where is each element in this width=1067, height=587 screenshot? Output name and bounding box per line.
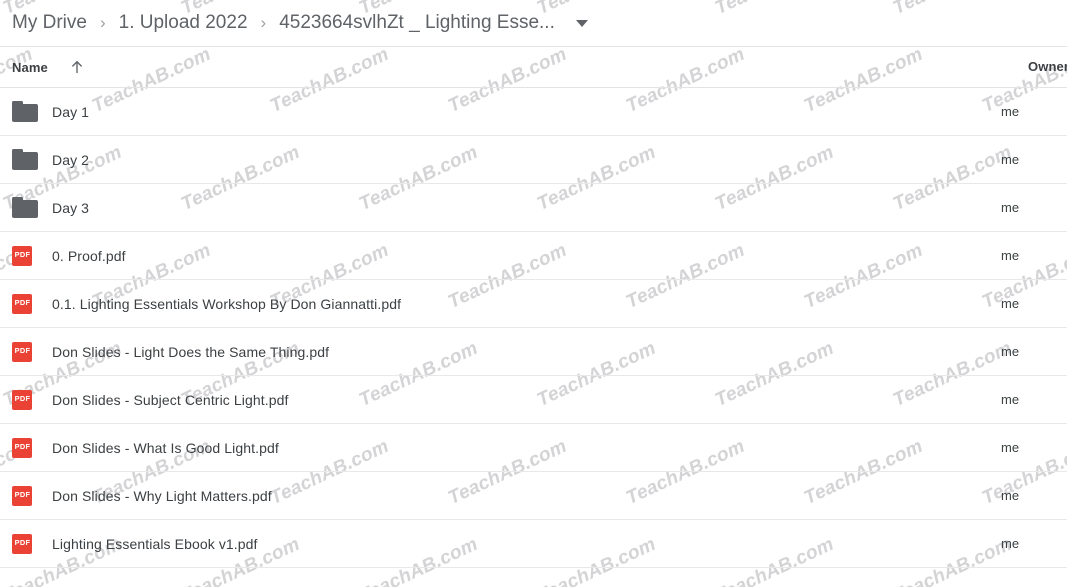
table-row[interactable]: PDF Don Slides - What Is Good Light.pdf me xyxy=(0,424,1067,472)
row-icon-cell xyxy=(0,101,52,122)
column-header-owner[interactable]: Owner xyxy=(1028,58,1067,76)
row-icon-cell: PDF xyxy=(0,389,52,410)
pdf-icon: PDF xyxy=(12,485,32,506)
pdf-icon: PDF xyxy=(12,293,32,314)
breadcrumb-separator: › xyxy=(99,13,106,32)
file-name[interactable]: Don Slides - What Is Good Light.pdf xyxy=(52,440,1001,456)
file-owner: me xyxy=(1001,152,1020,167)
file-name[interactable]: Don Slides - Light Does the Same Thing.p… xyxy=(52,344,1001,360)
table-row[interactable]: PDF 0. Proof.pdf me xyxy=(0,232,1067,280)
file-name[interactable]: Don Slides - Subject Centric Light.pdf xyxy=(52,392,1001,408)
table-row[interactable]: PDF Don Slides - Why Light Matters.pdf me xyxy=(0,472,1067,520)
pdf-icon-label: PDF xyxy=(14,540,30,547)
folder-icon xyxy=(12,149,38,170)
pdf-icon-label: PDF xyxy=(14,492,30,499)
breadcrumb: My Drive › 1. Upload 2022 › 4523664svlhZ… xyxy=(0,0,1067,47)
pdf-icon: PDF xyxy=(12,341,32,362)
table-row[interactable]: Day 1 me xyxy=(0,88,1067,136)
file-name[interactable]: Lighting Essentials Ebook v1.pdf xyxy=(52,536,1001,552)
table-row[interactable]: PDF 0.1. Lighting Essentials Workshop By … xyxy=(0,280,1067,328)
arrow-up-icon[interactable] xyxy=(68,58,86,76)
pdf-icon-label: PDF xyxy=(14,396,30,403)
row-icon-cell: PDF xyxy=(0,533,52,554)
breadcrumb-item-my-drive[interactable]: My Drive xyxy=(8,10,91,36)
column-header-name-label: Name xyxy=(12,59,48,75)
pdf-icon-label: PDF xyxy=(14,300,30,307)
file-owner: me xyxy=(1001,200,1020,215)
file-owner: me xyxy=(1001,104,1020,119)
file-owner: me xyxy=(1001,296,1020,311)
file-name[interactable]: Day 1 xyxy=(52,104,1001,120)
pdf-icon-label: PDF xyxy=(14,252,30,259)
file-owner: me xyxy=(1001,344,1020,359)
file-owner: me xyxy=(1001,536,1020,551)
column-header-name[interactable]: Name xyxy=(0,58,1028,76)
table-row[interactable]: PDF Don Slides - Light Does the Same Thin… xyxy=(0,328,1067,376)
pdf-icon-label: PDF xyxy=(14,348,30,355)
breadcrumb-item-current-folder[interactable]: 4523664svlhZt _ Lighting Esse... xyxy=(275,10,559,36)
table-header-row: Name Owner xyxy=(0,47,1067,88)
file-name[interactable]: Day 2 xyxy=(52,152,1001,168)
pdf-icon-label: PDF xyxy=(14,444,30,451)
row-icon-cell: PDF xyxy=(0,245,52,266)
chevron-down-icon[interactable] xyxy=(575,19,588,27)
file-owner: me xyxy=(1001,392,1020,407)
table-row[interactable]: Day 3 me xyxy=(0,184,1067,232)
file-owner: me xyxy=(1001,248,1020,263)
row-icon-cell: PDF xyxy=(0,437,52,458)
row-icon-cell: PDF xyxy=(0,485,52,506)
breadcrumb-separator: › xyxy=(260,13,267,32)
table-row[interactable]: PDF Don Slides - Subject Centric Light.pd… xyxy=(0,376,1067,424)
file-name[interactable]: 0.1. Lighting Essentials Workshop By Don… xyxy=(52,296,1001,312)
pdf-icon: PDF xyxy=(12,389,32,410)
breadcrumb-item-upload-2022[interactable]: 1. Upload 2022 xyxy=(115,10,252,36)
file-name[interactable]: 0. Proof.pdf xyxy=(52,248,1001,264)
file-list-table: Name Owner Day 1 me Day 2 me Day 3 me PDF 0. Pr… xyxy=(0,47,1067,568)
pdf-icon: PDF xyxy=(12,245,32,266)
folder-icon xyxy=(12,197,38,218)
table-row[interactable]: Day 2 me xyxy=(0,136,1067,184)
row-icon-cell xyxy=(0,197,52,218)
pdf-icon: PDF xyxy=(12,437,32,458)
row-icon-cell xyxy=(0,149,52,170)
file-list-body: Day 1 me Day 2 me Day 3 me PDF 0. Proof.pdf me PD… xyxy=(0,88,1067,568)
row-icon-cell: PDF xyxy=(0,341,52,362)
column-header-owner-label: Owner xyxy=(1028,59,1067,74)
file-owner: me xyxy=(1001,488,1020,503)
file-name[interactable]: Day 3 xyxy=(52,200,1001,216)
pdf-icon: PDF xyxy=(12,533,32,554)
row-icon-cell: PDF xyxy=(0,293,52,314)
file-name[interactable]: Don Slides - Why Light Matters.pdf xyxy=(52,488,1001,504)
file-owner: me xyxy=(1001,440,1020,455)
folder-icon xyxy=(12,101,38,122)
table-row[interactable]: PDF Lighting Essentials Ebook v1.pdf me xyxy=(0,520,1067,568)
